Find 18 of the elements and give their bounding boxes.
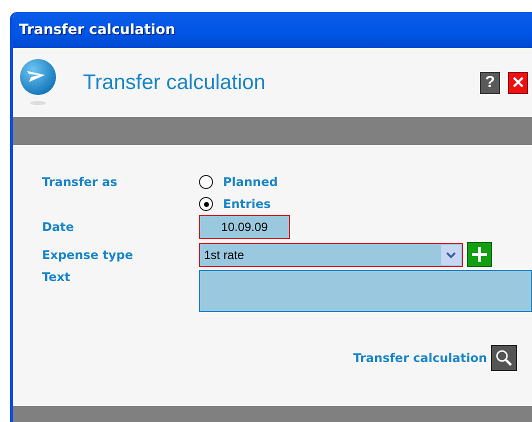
field-label: Text [42,270,72,284]
search-icon[interactable] [491,345,517,371]
dropdown-caret-icon [441,244,461,264]
window-title: Transfer calculation [19,22,176,38]
add-icon[interactable] [467,242,492,267]
expense-type-dropdown[interactable]: 1st rate [199,242,463,266]
transfer-calculation-link[interactable]: Transfer calculation [353,351,487,365]
help-button[interactable]: ? [480,72,500,94]
field-label: Date [42,220,75,234]
date-field[interactable]: 10.09.09 [199,215,290,239]
field-label: Expense type [42,248,134,262]
radio-option[interactable]: Planned [199,175,278,189]
radio-option[interactable]: Entries [199,197,278,211]
logo-icon [19,58,59,108]
page-title: Transfer calculation [83,70,266,94]
field-label: Transfer as [42,175,118,191]
close-button[interactable]: ✕ [508,72,528,94]
text-field[interactable] [199,270,532,312]
